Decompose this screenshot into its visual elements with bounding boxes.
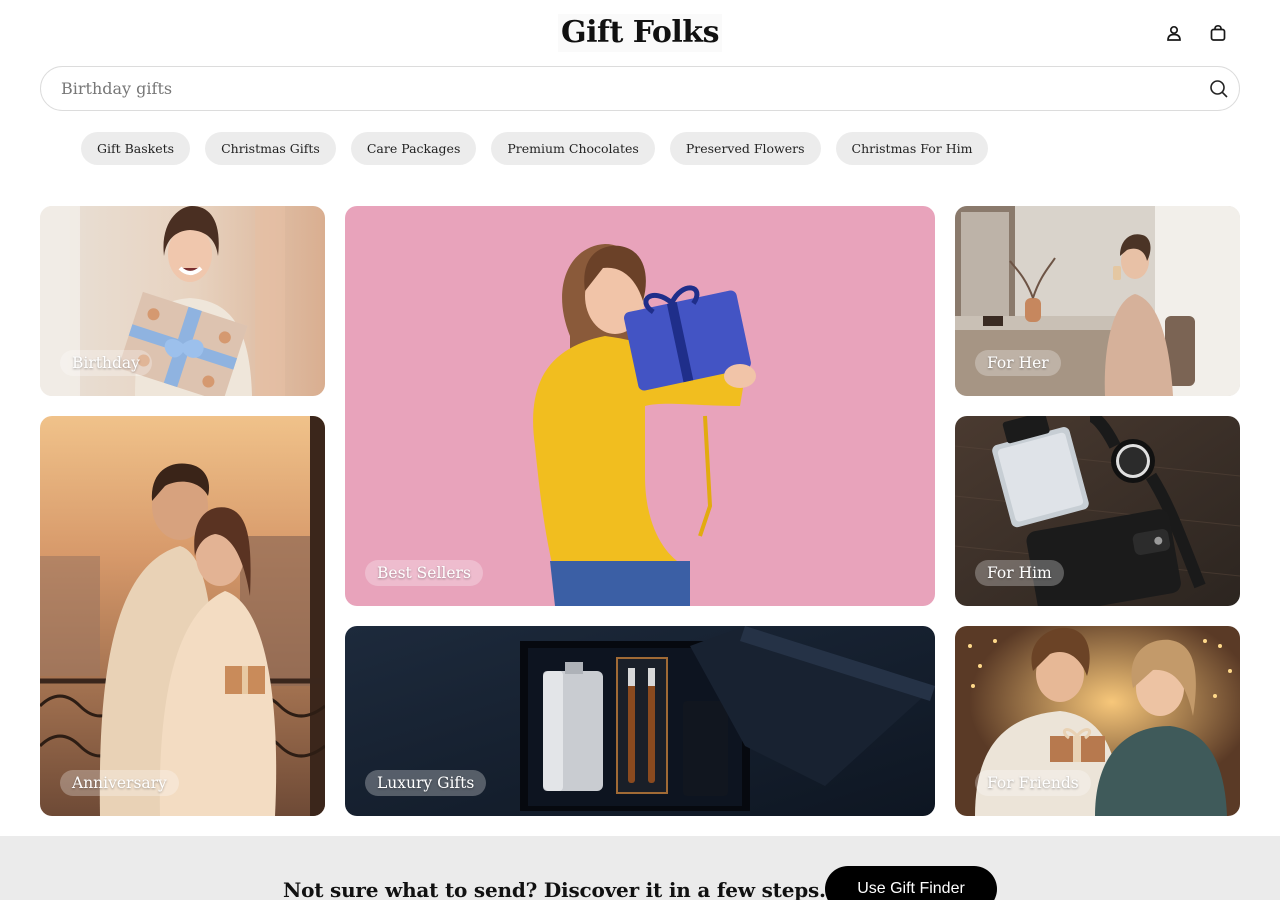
tile-birthday[interactable]: Birthday xyxy=(40,206,325,396)
site-header: Gift Folks xyxy=(0,0,1280,66)
shopping-bag-icon[interactable] xyxy=(1207,22,1229,44)
search-bar xyxy=(40,66,1240,111)
tile-best-sellers[interactable]: Best Sellers xyxy=(345,206,935,606)
tile-label: Luxury Gifts xyxy=(365,770,487,796)
tile-label: Best Sellers xyxy=(365,560,483,586)
search-input[interactable] xyxy=(61,67,1181,110)
gift-finder-banner: Not sure what to send? Discover it in a … xyxy=(0,836,1280,900)
tile-anniversary[interactable]: Anniversary xyxy=(40,416,325,816)
tile-label: For Friends xyxy=(975,770,1091,796)
chip-christmas-gifts[interactable]: Christmas Gifts xyxy=(205,132,336,165)
gift-finder-button[interactable]: Use Gift Finder xyxy=(825,866,997,900)
chip-care-packages[interactable]: Care Packages xyxy=(350,132,477,165)
best-sellers-image xyxy=(345,206,935,606)
search-icon[interactable] xyxy=(1209,79,1229,99)
category-chips: Gift Baskets Christmas Gifts Care Packag… xyxy=(81,132,989,165)
tile-label: Anniversary xyxy=(60,770,179,796)
tile-for-friends[interactable]: For Friends xyxy=(955,626,1240,816)
tile-for-him[interactable]: For Him xyxy=(955,416,1240,606)
tile-label: Birthday xyxy=(60,350,152,376)
anniversary-image xyxy=(40,416,325,816)
tile-label: For Her xyxy=(975,350,1061,376)
site-logo[interactable]: Gift Folks xyxy=(558,14,722,52)
tile-for-her[interactable]: For Her xyxy=(955,206,1240,396)
tile-label: For Him xyxy=(975,560,1064,586)
chip-christmas-for-him[interactable]: Christmas For Him xyxy=(835,132,989,165)
chip-gift-baskets[interactable]: Gift Baskets xyxy=(81,132,191,165)
banner-text: Not sure what to send? Discover it in a … xyxy=(283,878,826,900)
person-icon[interactable] xyxy=(1163,22,1185,44)
chip-premium-chocolates[interactable]: Premium Chocolates xyxy=(491,132,655,165)
chip-preserved-flowers[interactable]: Preserved Flowers xyxy=(669,132,821,165)
tile-luxury-gifts[interactable]: Luxury Gifts xyxy=(345,626,935,816)
